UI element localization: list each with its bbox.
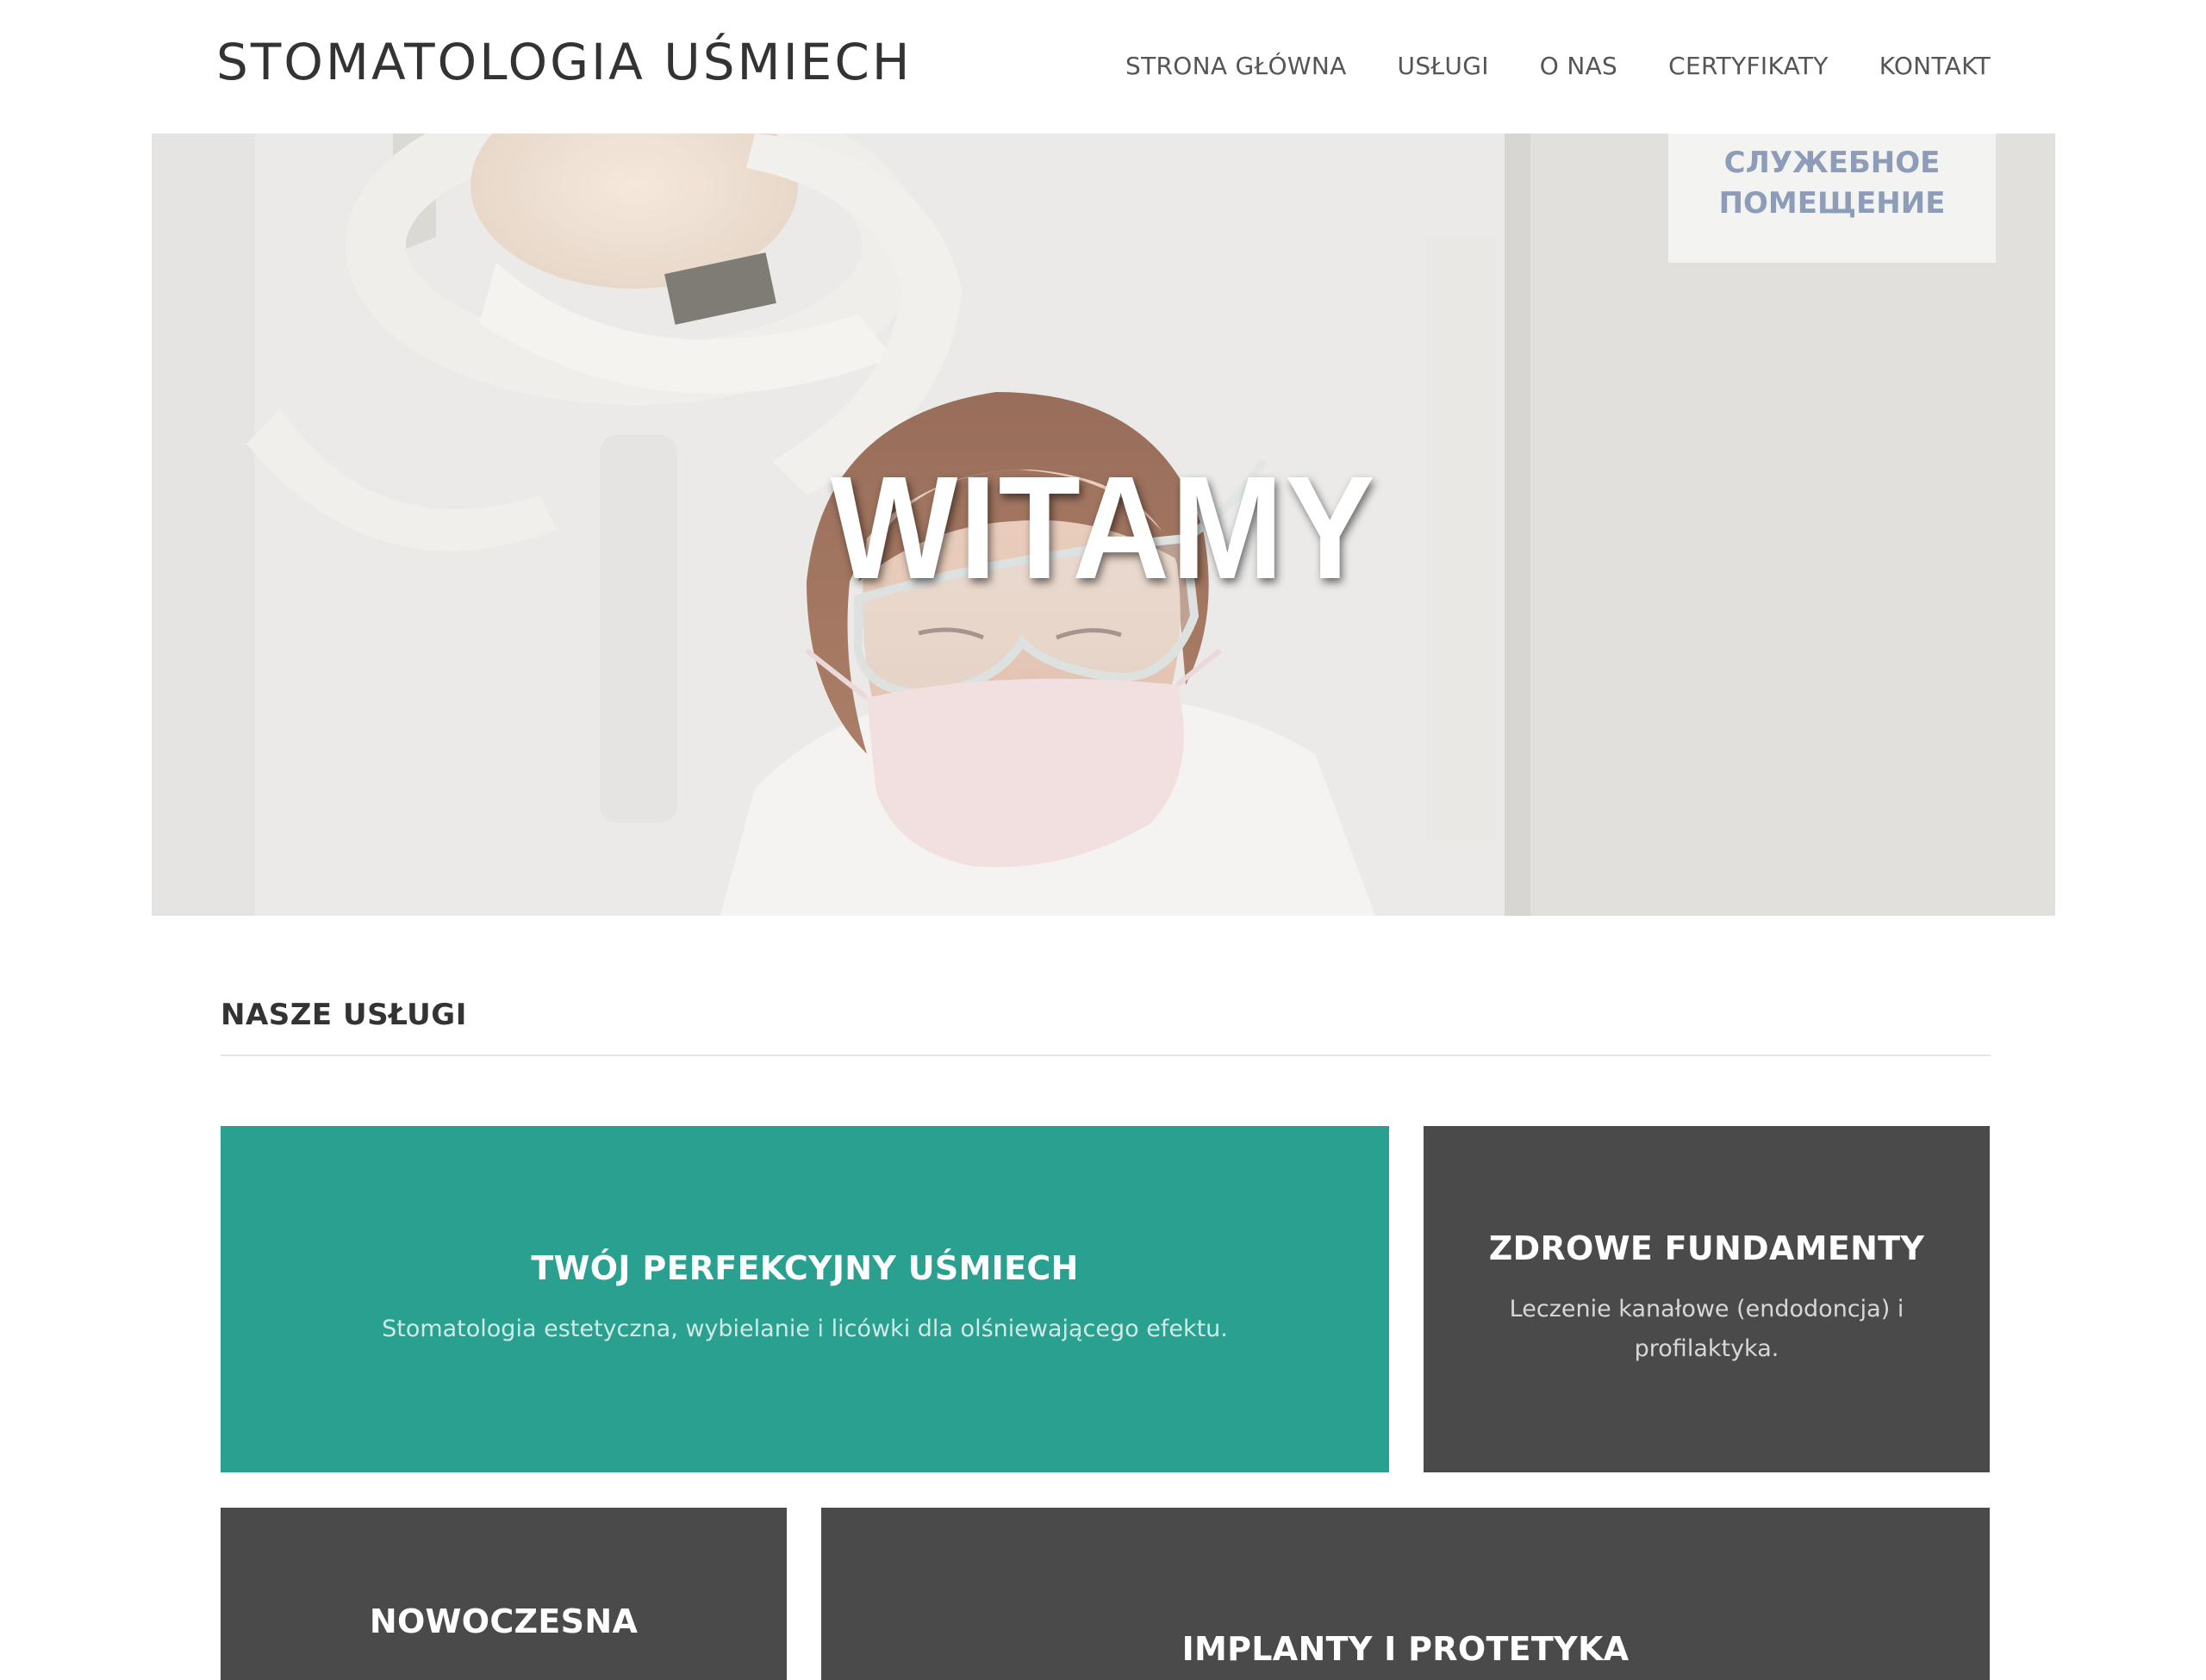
- service-tile-title: TWÓJ PERFEKCYJNY UŚMIECH: [531, 1249, 1079, 1287]
- main-nav: STRONA GŁÓWNA USŁUGI O NAS CERTYFIKATY K…: [1125, 52, 1991, 80]
- service-tile-perfect-smile[interactable]: TWÓJ PERFEKCYJNY UŚMIECH Stomatologia es…: [221, 1126, 1389, 1472]
- site-header: STOMATOLOGIA UŚMIECH STRONA GŁÓWNA USŁUG…: [0, 0, 2206, 134]
- nav-item-certificates[interactable]: CERTYFIKATY: [1668, 52, 1829, 80]
- service-tile-title: ZDROWE FUNDAMENTY: [1488, 1229, 1925, 1267]
- service-tile-desc: Leczenie kanałowe (endodoncja) i profila…: [1509, 1296, 1904, 1362]
- nav-item-about[interactable]: O NAS: [1540, 52, 1617, 80]
- service-tile-implants[interactable]: IMPLANTY I PROTETYKA: [821, 1508, 1990, 1680]
- nav-item-home[interactable]: STRONA GŁÓWNA: [1125, 52, 1347, 80]
- section-title-services: NASZE USŁUGI: [221, 998, 467, 1032]
- service-tile-desc: Stomatologia estetyczna, wybielanie i li…: [382, 1316, 1228, 1342]
- section-divider: [221, 1055, 1991, 1056]
- site-logo[interactable]: STOMATOLOGIA UŚMIECH: [216, 33, 912, 91]
- service-tile-modern[interactable]: NOWOCZESNA: [221, 1508, 787, 1680]
- service-tile-title: NOWOCZESNA: [369, 1602, 639, 1640]
- hero-title: WITAMY: [830, 446, 1377, 610]
- service-tile-healthy-foundations[interactable]: ZDROWE FUNDAMENTY Leczenie kanałowe (end…: [1424, 1126, 1990, 1472]
- nav-item-services[interactable]: USŁUGI: [1398, 52, 1489, 80]
- hero-banner: СЛУЖЕБНОЕ ПОМЕЩЕНИЕ WITAMY: [152, 134, 2055, 916]
- nav-item-contact[interactable]: KONTAKT: [1879, 52, 1991, 80]
- service-tile-title: IMPLANTY I PROTETYKA: [1181, 1630, 1630, 1668]
